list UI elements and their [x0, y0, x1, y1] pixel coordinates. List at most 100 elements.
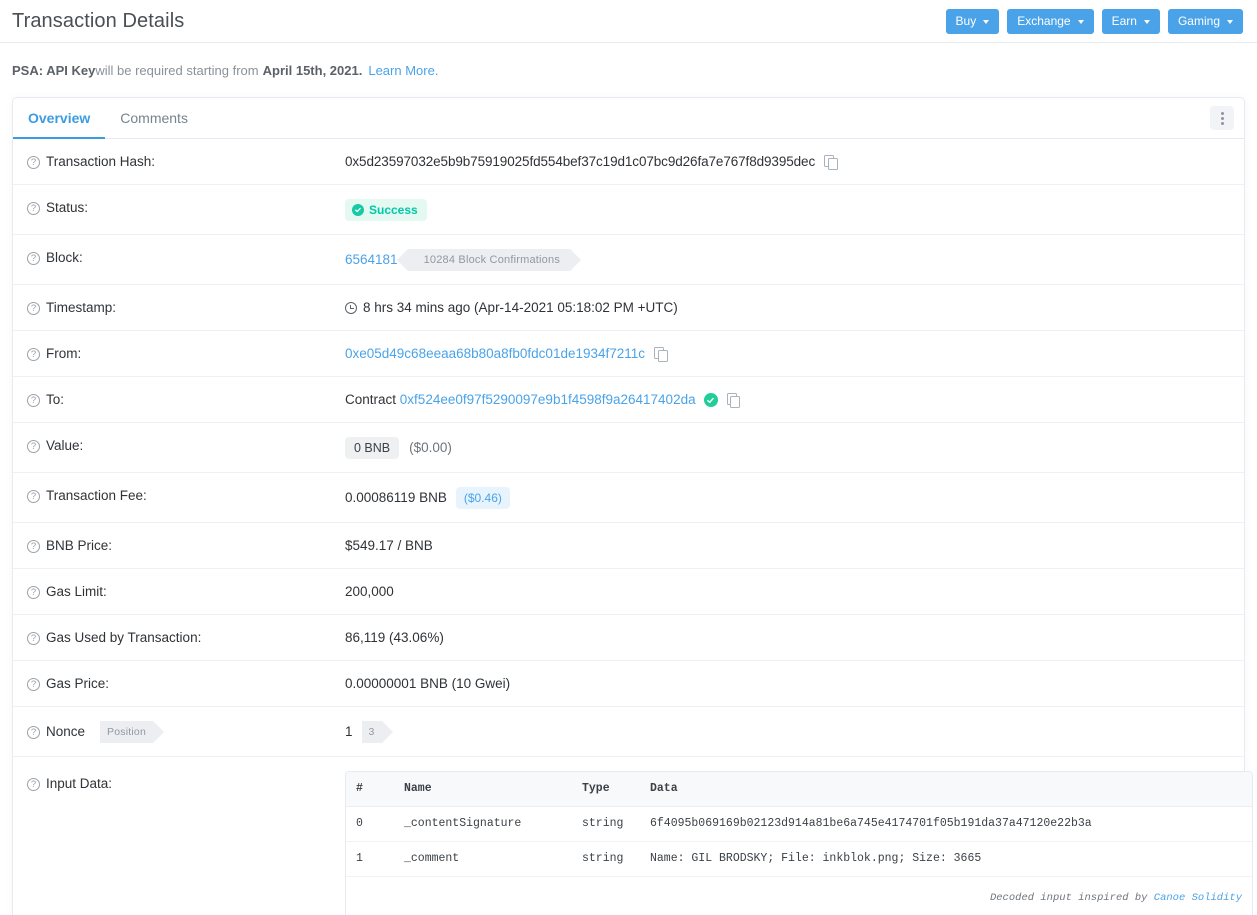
- row-value-amount: ? Value: 0 BNB ($0.00): [13, 423, 1244, 473]
- tab-comments[interactable]: Comments: [105, 98, 203, 139]
- to-address-link[interactable]: 0xf524ee0f97f5290097e9b1f4598f9a26417402…: [400, 391, 696, 409]
- cell-type: string: [572, 806, 640, 842]
- help-icon[interactable]: ?: [27, 393, 40, 407]
- help-icon[interactable]: ?: [27, 347, 40, 361]
- help-icon[interactable]: ?: [27, 155, 40, 169]
- tab-overview[interactable]: Overview: [13, 98, 106, 139]
- gaming-dropdown-button[interactable]: Gaming: [1167, 8, 1243, 34]
- card-header: Overview Comments: [13, 98, 1244, 139]
- from-address-link[interactable]: 0xe05d49c68eeaa68b80a8fb0fdc01de1934f721…: [345, 345, 645, 363]
- psa-learn-more-link[interactable]: Learn More.: [368, 63, 438, 78]
- nonce-position-badge: Position: [100, 721, 164, 743]
- row-label: ? BNB Price:: [13, 537, 345, 555]
- chevron-down-icon: [1227, 19, 1233, 24]
- row-from: ? From: 0xe05d49c68eeaa68b80a8fb0fdc01de…: [13, 331, 1244, 377]
- row-value: 0.00000001 BNB (10 Gwei): [345, 675, 1244, 693]
- cell-name: _contentSignature: [394, 806, 572, 842]
- copy-icon[interactable]: [726, 393, 741, 408]
- copy-icon[interactable]: [824, 155, 838, 170]
- help-icon[interactable]: ?: [27, 777, 40, 791]
- tab-overview-label: Overview: [28, 109, 91, 126]
- psa-text: will be required starting from: [95, 62, 259, 78]
- row-nonce: ? Nonce Position 1 3: [13, 707, 1244, 757]
- row-status: ? Status: Success: [13, 185, 1244, 235]
- help-icon[interactable]: ?: [27, 251, 40, 265]
- row-label: ? To:: [13, 391, 345, 409]
- row-gas-used: ? Gas Used by Transaction: 86,119 (43.06…: [13, 615, 1244, 661]
- row-value: Contract 0xf524ee0f97f5290097e9b1f4598f9…: [345, 391, 1244, 409]
- help-icon[interactable]: ?: [27, 301, 40, 315]
- row-value: 1 3: [345, 721, 1244, 743]
- transaction-hash-label: Transaction Hash:: [46, 154, 156, 169]
- transaction-details-page: Transaction Details Buy Exchange Earn Ga…: [0, 0, 1257, 915]
- row-gas-price: ? Gas Price: 0.00000001 BNB (10 Gwei): [13, 661, 1244, 707]
- nonce-position-value: 3: [368, 726, 375, 738]
- help-icon[interactable]: ?: [27, 585, 40, 599]
- kebab-dot: [1220, 111, 1224, 115]
- help-icon[interactable]: ?: [27, 201, 40, 215]
- copy-icon[interactable]: [654, 347, 668, 362]
- row-label: ? Timestamp:: [13, 299, 345, 317]
- row-gas-limit: ? Gas Limit: 200,000: [13, 569, 1244, 615]
- canoe-solidity-link[interactable]: Canoe Solidity: [1154, 892, 1242, 904]
- row-label: ? Input Data:: [13, 771, 345, 793]
- row-label: ? Gas Price:: [13, 675, 345, 693]
- input-data-footer: Decoded input inspired by Canoe Solidity: [346, 877, 1252, 915]
- block-confirmations-badge: 10284 Block Confirmations: [396, 249, 582, 271]
- buy-button-label: Buy: [955, 14, 977, 28]
- row-label: ? Nonce Position: [13, 721, 345, 743]
- help-icon[interactable]: ?: [27, 725, 40, 739]
- buy-dropdown-button[interactable]: Buy: [945, 8, 1000, 34]
- input-data-footer-text: Decoded input inspired by: [989, 892, 1154, 904]
- row-label: ? From:: [13, 345, 345, 363]
- exchange-dropdown-button[interactable]: Exchange: [1007, 8, 1094, 34]
- transaction-fee-label: Transaction Fee:: [46, 488, 147, 503]
- row-transaction-fee: ? Transaction Fee: 0.00086119 BNB ($0.46…: [13, 473, 1244, 523]
- chevron-down-icon: [1077, 19, 1084, 24]
- status-label: Status:: [46, 200, 89, 215]
- row-timestamp: ? Timestamp: 8 hrs 34 mins ago (Apr-14-2…: [13, 285, 1244, 331]
- help-icon[interactable]: ?: [27, 677, 40, 691]
- bnb-price-value: $549.17 / BNB: [345, 538, 433, 553]
- help-icon[interactable]: ?: [27, 631, 40, 645]
- status-badge-label: Success: [369, 203, 418, 217]
- row-label: ? Status:: [13, 199, 345, 217]
- input-data-label: Input Data:: [46, 776, 113, 791]
- kebab-menu-icon[interactable]: [1210, 106, 1234, 130]
- kebab-dot: [1220, 121, 1224, 125]
- row-value: 86,119 (43.06%): [345, 629, 1244, 647]
- gas-used-value: 86,119 (43.06%): [345, 630, 444, 645]
- help-icon[interactable]: ?: [27, 439, 40, 453]
- transaction-card: Overview Comments ? Transaction Hash: 0x…: [12, 97, 1253, 915]
- row-label: ? Gas Limit:: [13, 583, 345, 601]
- row-transaction-hash: ? Transaction Hash: 0x5d23597032e5b9b759…: [13, 139, 1244, 185]
- row-label: ? Transaction Fee:: [13, 487, 345, 505]
- help-icon[interactable]: ?: [27, 489, 40, 503]
- earn-button-label: Earn: [1111, 14, 1137, 28]
- transaction-hash-value: 0x5d23597032e5b9b75919025fd554bef37c19d1…: [345, 154, 816, 169]
- transaction-fee-fiat-pill: ($0.46): [455, 487, 510, 509]
- block-number-link[interactable]: 6564181: [345, 251, 398, 269]
- row-value: 0x5d23597032e5b9b75919025fd554bef37c19d1…: [345, 153, 1244, 171]
- value-fiat: ($0.00): [409, 440, 452, 455]
- from-label: From:: [46, 346, 82, 361]
- row-block: ? Block: 6564181 10284 Block Confirmatio…: [13, 235, 1244, 285]
- table-header-row: # Name Type Data: [346, 772, 1252, 807]
- help-icon[interactable]: ?: [27, 539, 40, 553]
- clock-icon: [345, 302, 357, 314]
- row-bnb-price: ? BNB Price: $549.17 / BNB: [13, 523, 1244, 569]
- earn-dropdown-button[interactable]: Earn: [1101, 8, 1160, 34]
- block-confirmations-text: 10284 Block Confirmations: [423, 254, 561, 266]
- check-circle-icon: [352, 204, 364, 216]
- row-value: 0 BNB ($0.00): [345, 437, 1244, 459]
- exchange-button-label: Exchange: [1017, 14, 1071, 28]
- column-header-name: Name: [394, 772, 572, 807]
- kebab-dot: [1220, 116, 1224, 120]
- row-value: 200,000: [345, 583, 1244, 601]
- table-row: 0 _contentSignature string 6f4095b069169…: [346, 806, 1252, 842]
- cell-name: _comment: [394, 841, 572, 877]
- psa-date: April 15th, 2021.: [262, 62, 363, 78]
- row-label: ? Value:: [13, 437, 345, 455]
- transaction-fee-amount: 0.00086119 BNB: [345, 490, 447, 505]
- gas-limit-value: 200,000: [345, 584, 394, 599]
